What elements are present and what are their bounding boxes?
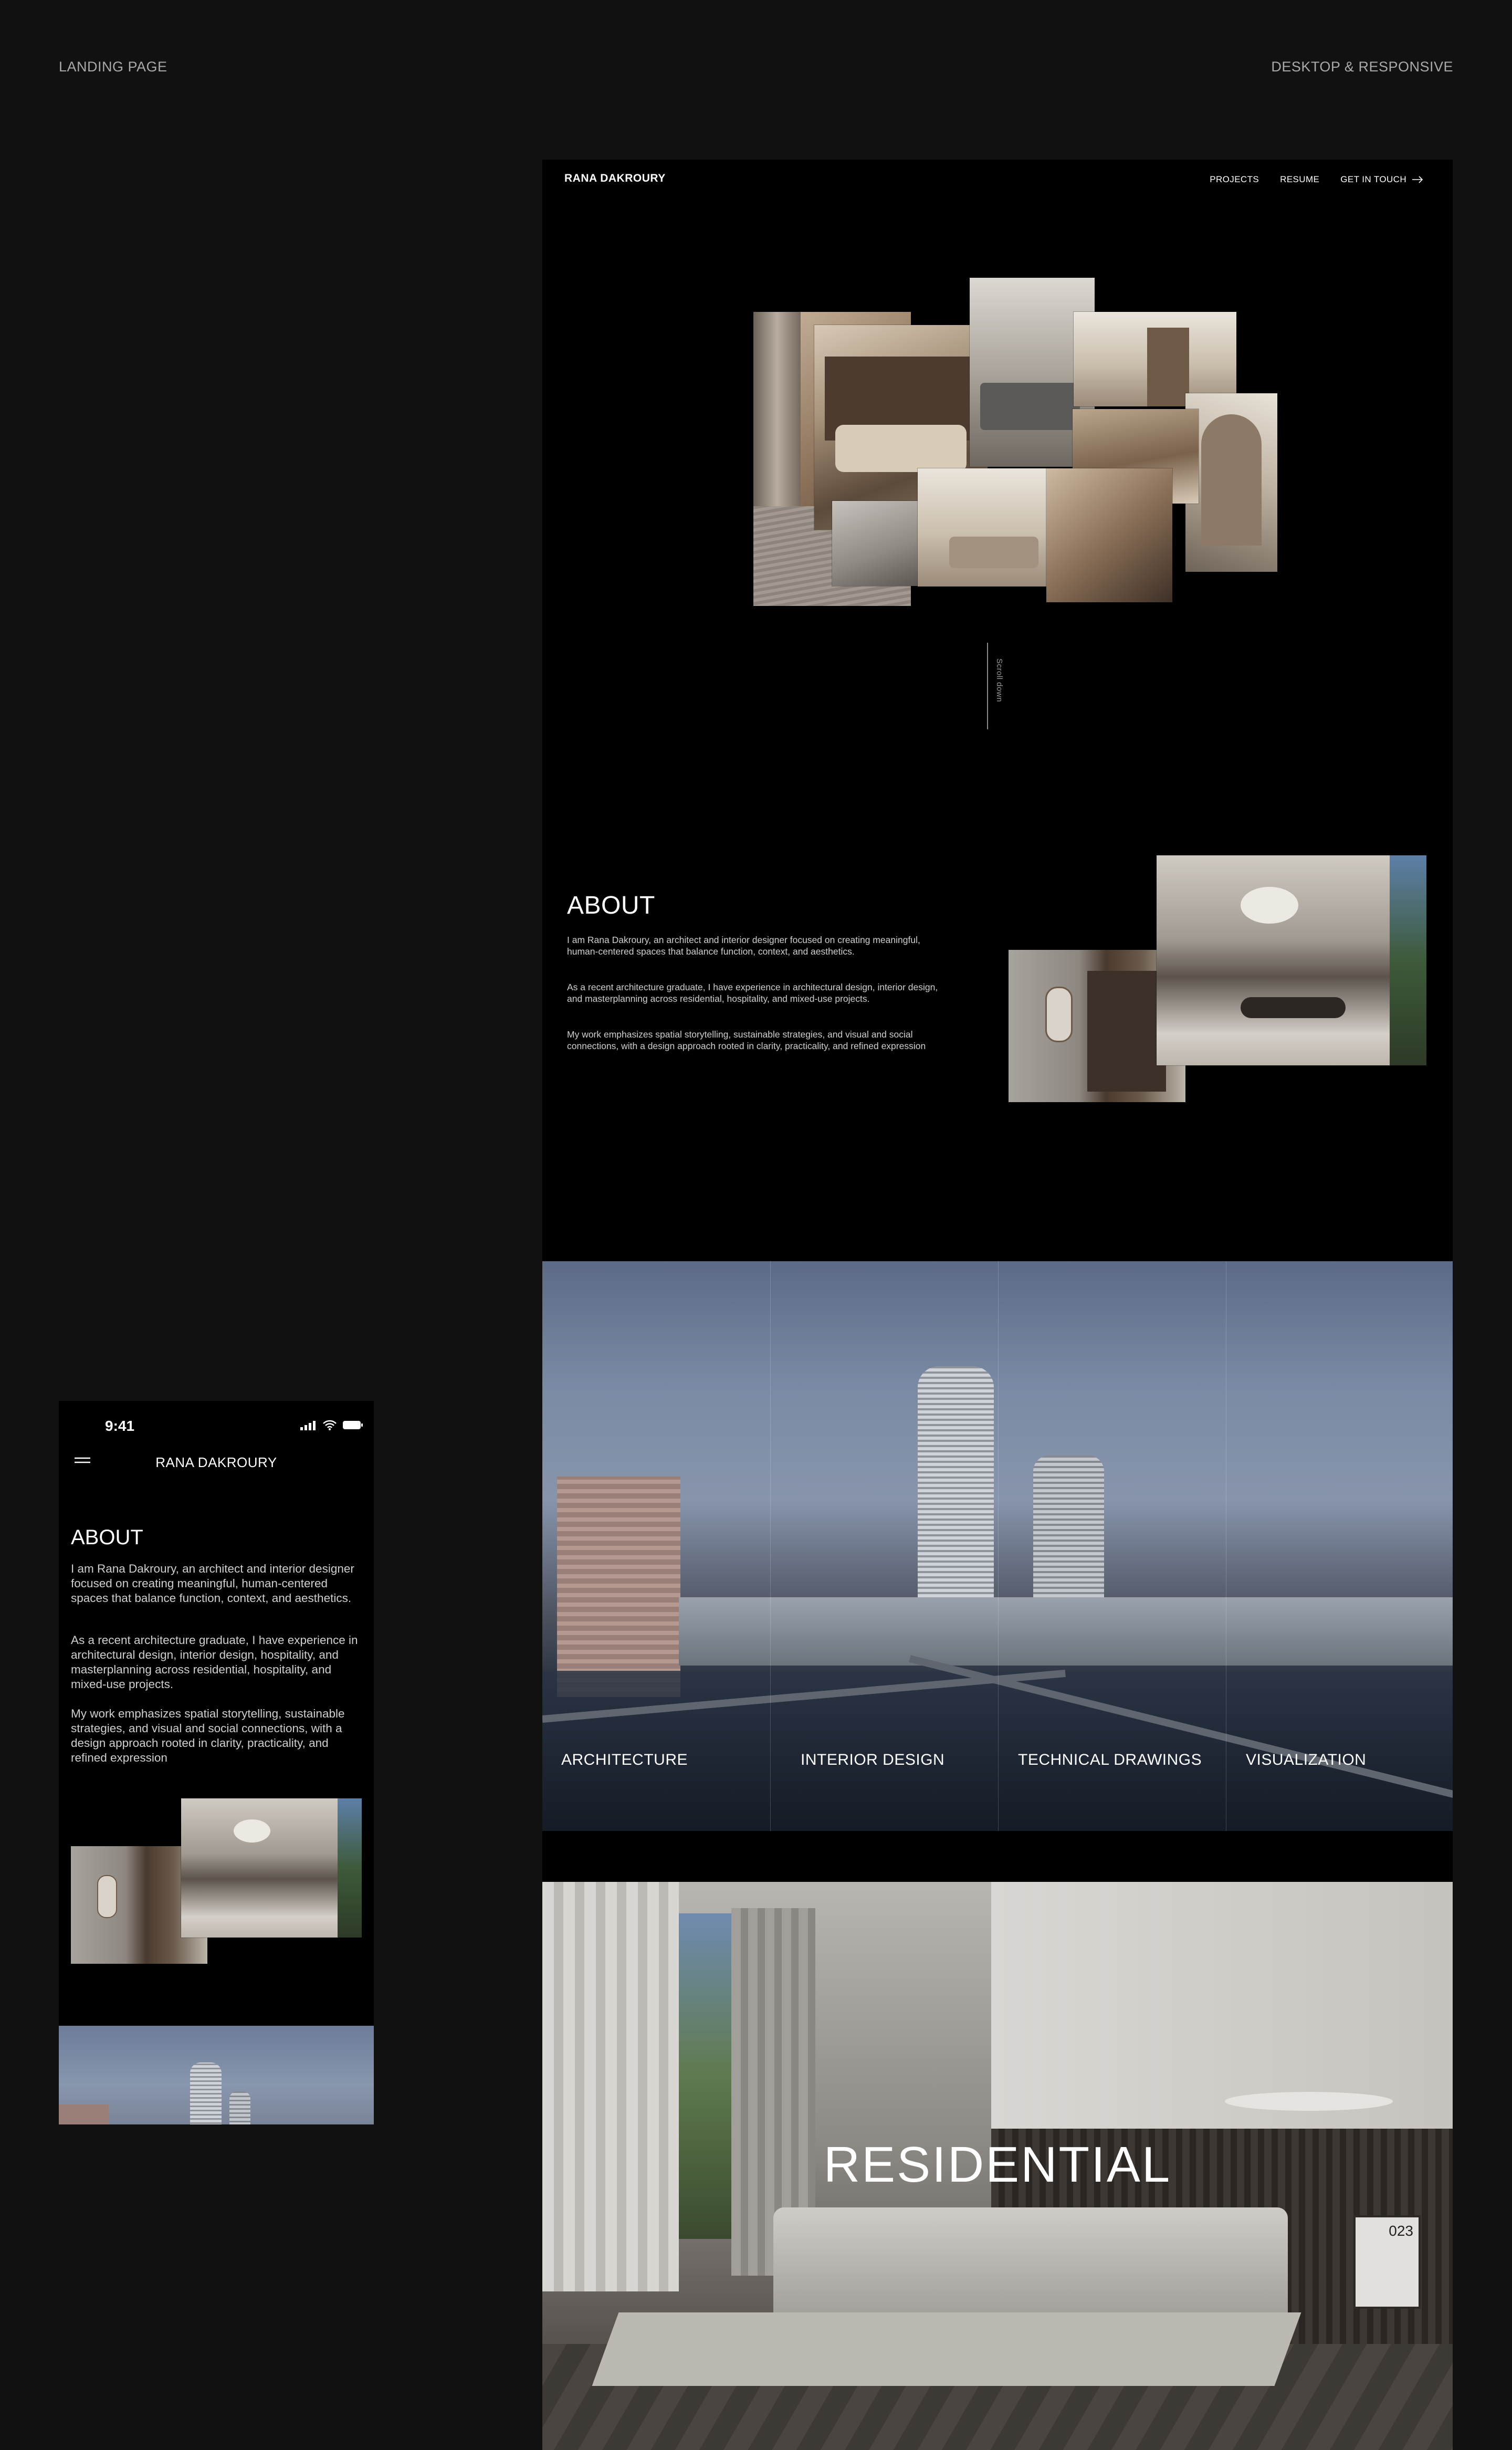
desktop-frame: RANA DAKROURY PROJECTS RESUME GET IN TOU… bbox=[542, 160, 1453, 2450]
mobile-about-paragraph-3: My work emphasizes spatial storytelling,… bbox=[71, 1707, 345, 1764]
nav-resume-link[interactable]: RESUME bbox=[1280, 174, 1319, 185]
brand-logo[interactable]: RANA DAKROURY bbox=[564, 172, 666, 185]
service-column-visualization[interactable]: VISUALIZATION bbox=[1226, 1261, 1453, 1831]
mobile-tower-main bbox=[190, 2062, 222, 2124]
about-photo-lounge bbox=[1157, 855, 1426, 1065]
signal-icon bbox=[300, 1421, 316, 1430]
desktop-responsive-label: DESKTOP & RESPONSIVE bbox=[1271, 59, 1453, 75]
arrow-right-icon bbox=[1412, 176, 1423, 183]
curtain-left bbox=[542, 1882, 679, 2291]
mobile-about-paragraph-2: As a recent architecture graduate, I hav… bbox=[71, 1634, 358, 1691]
mobile-services-preview[interactable] bbox=[59, 2026, 374, 2124]
service-label-technical-drawings: TECHNICAL DRAWINGS bbox=[1018, 1751, 1202, 1768]
top-nav: PROJECTS RESUME GET IN TOUCH bbox=[1210, 174, 1423, 185]
service-column-architecture[interactable]: ARCHITECTURE bbox=[542, 1261, 771, 1831]
status-time: 9:41 bbox=[105, 1418, 135, 1434]
service-label-interior-design: INTERIOR DESIGN bbox=[801, 1751, 945, 1768]
scroll-down-hint[interactable]: Scroll down bbox=[995, 658, 1004, 702]
about-paragraph-1: I am Rana Dakroury, an architect and int… bbox=[567, 935, 920, 957]
residential-heading: RESIDENTIAL bbox=[823, 2137, 1172, 2193]
collage-photo-corridor bbox=[1074, 312, 1236, 406]
mobile-frame: 9:41 RANA DAKROURY ABOUT I am Rana Dakro… bbox=[59, 1401, 374, 2124]
frame-number: 023 bbox=[1389, 2223, 1413, 2239]
collage-photo-sheer bbox=[918, 468, 1057, 587]
pendant-lamp bbox=[1225, 2092, 1393, 2111]
about-paragraph-3: My work emphasizes spatial storytelling,… bbox=[567, 1029, 926, 1051]
wall-panel bbox=[991, 1882, 1453, 2129]
landing-page-label: LANDING PAGE bbox=[59, 59, 167, 75]
mobile-tower-second bbox=[229, 2091, 250, 2124]
frame-on-nightstand: 023 bbox=[1353, 2215, 1421, 2309]
service-label-architecture: ARCHITECTURE bbox=[561, 1751, 688, 1768]
about-heading: ABOUT bbox=[567, 892, 655, 919]
nav-contact-label: GET IN TOUCH bbox=[1340, 174, 1406, 184]
residential-section[interactable]: 023 RESIDENTIAL bbox=[542, 1882, 1453, 2450]
hero-collage bbox=[747, 275, 1277, 611]
service-column-technical-drawings[interactable]: TECHNICAL DRAWINGS bbox=[998, 1261, 1226, 1831]
collage-photo-arch bbox=[1185, 393, 1277, 572]
mobile-about-paragraph-1: I am Rana Dakroury, an architect and int… bbox=[71, 1562, 354, 1605]
wifi-icon bbox=[323, 1420, 337, 1430]
collage-photo-lamp bbox=[1046, 468, 1172, 602]
mobile-building-left bbox=[59, 2105, 109, 2124]
services-section: ARCHITECTURE INTERIOR DESIGN TECHNICAL D… bbox=[542, 1261, 1453, 1831]
rug bbox=[592, 2312, 1301, 2386]
service-column-interior-design[interactable]: INTERIOR DESIGN bbox=[770, 1261, 999, 1831]
mobile-brand-logo[interactable]: RANA DAKROURY bbox=[59, 1454, 374, 1471]
status-icons bbox=[300, 1420, 363, 1430]
nav-projects-link[interactable]: PROJECTS bbox=[1210, 174, 1259, 185]
service-label-visualization: VISUALIZATION bbox=[1246, 1751, 1367, 1768]
nav-contact-link[interactable]: GET IN TOUCH bbox=[1340, 174, 1423, 185]
scroll-indicator-line bbox=[987, 643, 988, 729]
mobile-photo-lounge bbox=[181, 1798, 362, 1938]
about-paragraph-2: As a recent architecture graduate, I hav… bbox=[567, 982, 938, 1004]
mobile-about-heading: ABOUT bbox=[71, 1526, 143, 1549]
battery-icon bbox=[343, 1421, 363, 1429]
